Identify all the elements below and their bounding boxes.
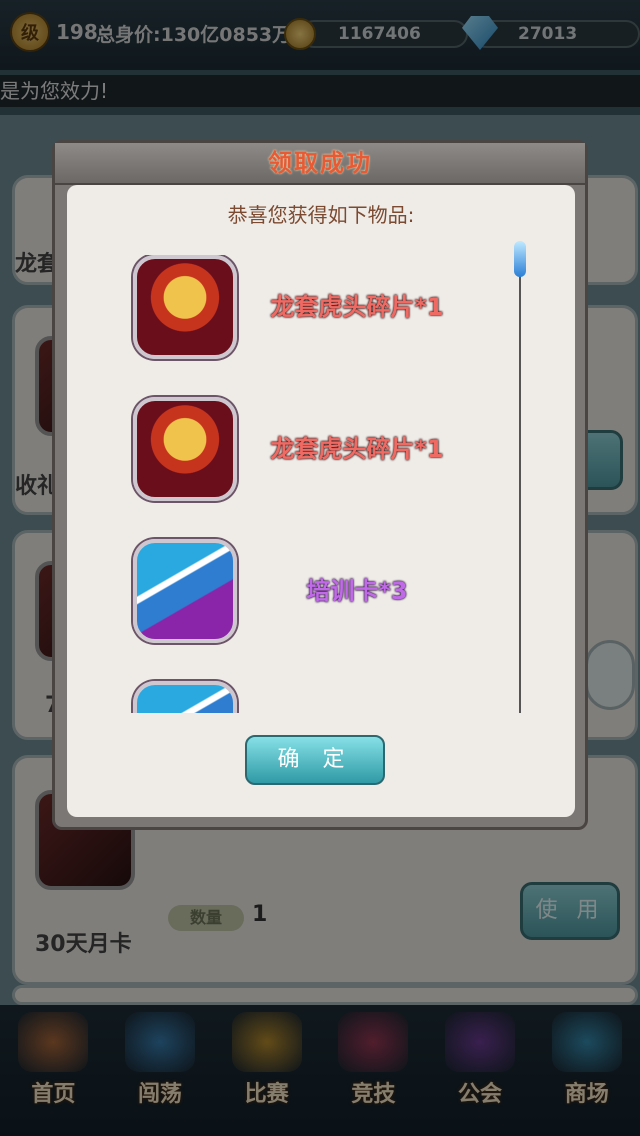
dialog-subtitle: 恭喜您获得如下物品: [227,203,415,227]
reward-name: 龙套虎头碎片*1 [270,293,444,321]
training-card-icon [133,539,237,643]
dialog-body: 恭喜您获得如下物品: 龙套虎头碎片*1 龙套虎头碎片*1 培训卡*3 确 定 [67,185,575,817]
reward-dialog: 领取成功 恭喜您获得如下物品: 龙套虎头碎片*1 龙套虎头碎片*1 培训卡*3 确 … [52,140,588,830]
reward-row: 龙套虎头碎片*1 [67,397,537,507]
reward-row [67,681,537,713]
reward-name: 龙套虎头碎片*1 [270,435,444,463]
reward-row: 培训卡*3 [67,539,537,649]
scrollbar-thumb[interactable] [514,241,526,277]
reward-row: 龙套虎头碎片*1 [67,255,537,365]
tiger-mask-icon [133,255,237,359]
dialog-title: 领取成功 [55,143,585,185]
scrollbar-track[interactable] [519,245,521,713]
training-card-icon [133,681,237,713]
tiger-mask-icon [133,397,237,501]
reward-name: 培训卡*3 [306,577,408,605]
reward-list[interactable]: 龙套虎头碎片*1 龙套虎头碎片*1 培训卡*3 [67,255,537,713]
confirm-button[interactable]: 确 定 [245,735,385,785]
